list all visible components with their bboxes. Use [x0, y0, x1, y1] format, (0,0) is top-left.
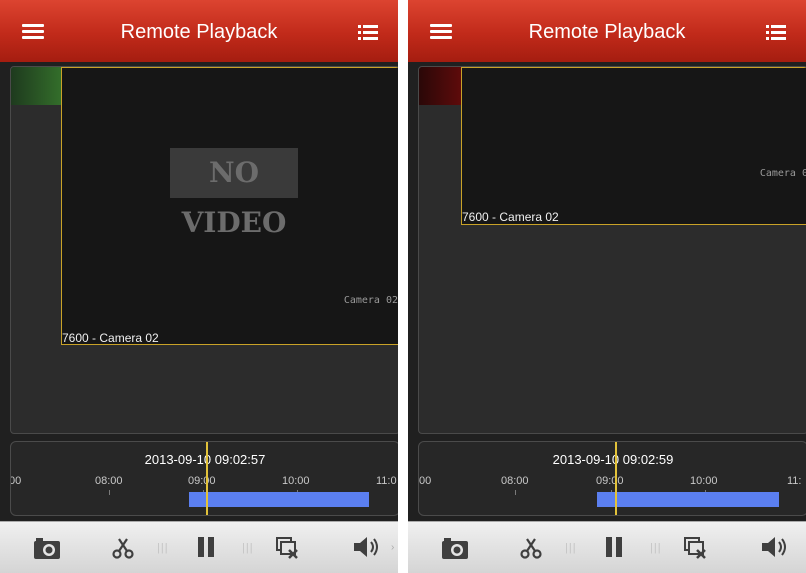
app-header: Remote Playback [0, 0, 398, 62]
playback-timeline[interactable]: 2013-09-10 09:02:57 00 08:00 09:00 10:00… [10, 441, 398, 516]
video-area: NO VIDEO Camera 02 7600 - Camera 02 [10, 66, 398, 434]
tick-label: 10:00 [282, 475, 310, 487]
pause-icon[interactable] [604, 536, 624, 558]
scroll-right-icon[interactable]: › [391, 542, 394, 553]
playback-timeline[interactable]: 2013-09-10 09:02:59 00 08:00 09:00 10:00… [418, 441, 806, 516]
separator: ||| [242, 542, 254, 554]
camera-watermark: Camera 02 [759, 168, 806, 179]
tick-label: 08:00 [501, 475, 529, 487]
pause-icon[interactable] [196, 536, 216, 558]
playback-screen-delete-active: Remote Playback Camera 02 7600 - Camera … [408, 0, 806, 573]
tick-label: 08:00 [95, 475, 123, 487]
separator: ||| [157, 542, 169, 554]
scissors-icon[interactable] [519, 536, 543, 560]
camera-icon[interactable] [33, 536, 61, 560]
separator: ||| [650, 542, 662, 554]
page-title: Remote Playback [528, 21, 686, 43]
device-list-icon[interactable] [766, 24, 786, 40]
tick-label: 11:0 [376, 475, 397, 487]
video-area: Camera 02 7600 - Camera 02 [418, 66, 806, 434]
recording-segment[interactable] [189, 492, 369, 507]
playback-datetime: 2013-09-10 09:02:57 [144, 452, 266, 467]
app-header: Remote Playback [408, 0, 806, 62]
tick-label: 00 [10, 475, 22, 487]
close-windows-icon[interactable] [683, 536, 707, 560]
tick-label: 09:00 [188, 475, 216, 487]
volume-icon[interactable] [760, 536, 790, 558]
tick-label: 09:00 [596, 475, 624, 487]
recording-segment[interactable] [597, 492, 779, 507]
camera-icon[interactable] [441, 536, 469, 560]
page-title: Remote Playback [120, 21, 278, 43]
timeline-cursor[interactable] [615, 442, 617, 515]
video-window[interactable]: NO VIDEO Camera 02 7600 - Camera 02 [61, 67, 398, 345]
volume-icon[interactable] [352, 536, 382, 558]
channel-label: 7600 - Camera 02 [62, 331, 159, 345]
no-video-placeholder: NO VIDEO [170, 148, 298, 239]
close-windows-icon[interactable] [275, 536, 299, 560]
playback-toolbar: ||| ||| › [0, 521, 398, 573]
timeline-cursor[interactable] [206, 442, 208, 515]
channel-label: 7600 - Camera 02 [462, 210, 559, 224]
tick-mark [109, 490, 110, 495]
tick-label: 11: [787, 475, 802, 487]
tick-label: 00 [419, 475, 432, 487]
playback-datetime: 2013-09-10 09:02:59 [552, 452, 674, 467]
device-list-icon[interactable] [358, 24, 378, 40]
playback-screen-dragging: Remote Playback NO VIDEO Camera 02 7600 … [0, 0, 398, 573]
tick-mark [515, 490, 516, 495]
scissors-icon[interactable] [111, 536, 135, 560]
separator: ||| [565, 542, 577, 554]
video-window[interactable]: Camera 02 7600 - Camera 02 [461, 67, 806, 225]
camera-watermark: Camera 02 [343, 295, 398, 306]
tick-label: 10:00 [690, 475, 718, 487]
playback-toolbar: ||| ||| [408, 521, 806, 573]
